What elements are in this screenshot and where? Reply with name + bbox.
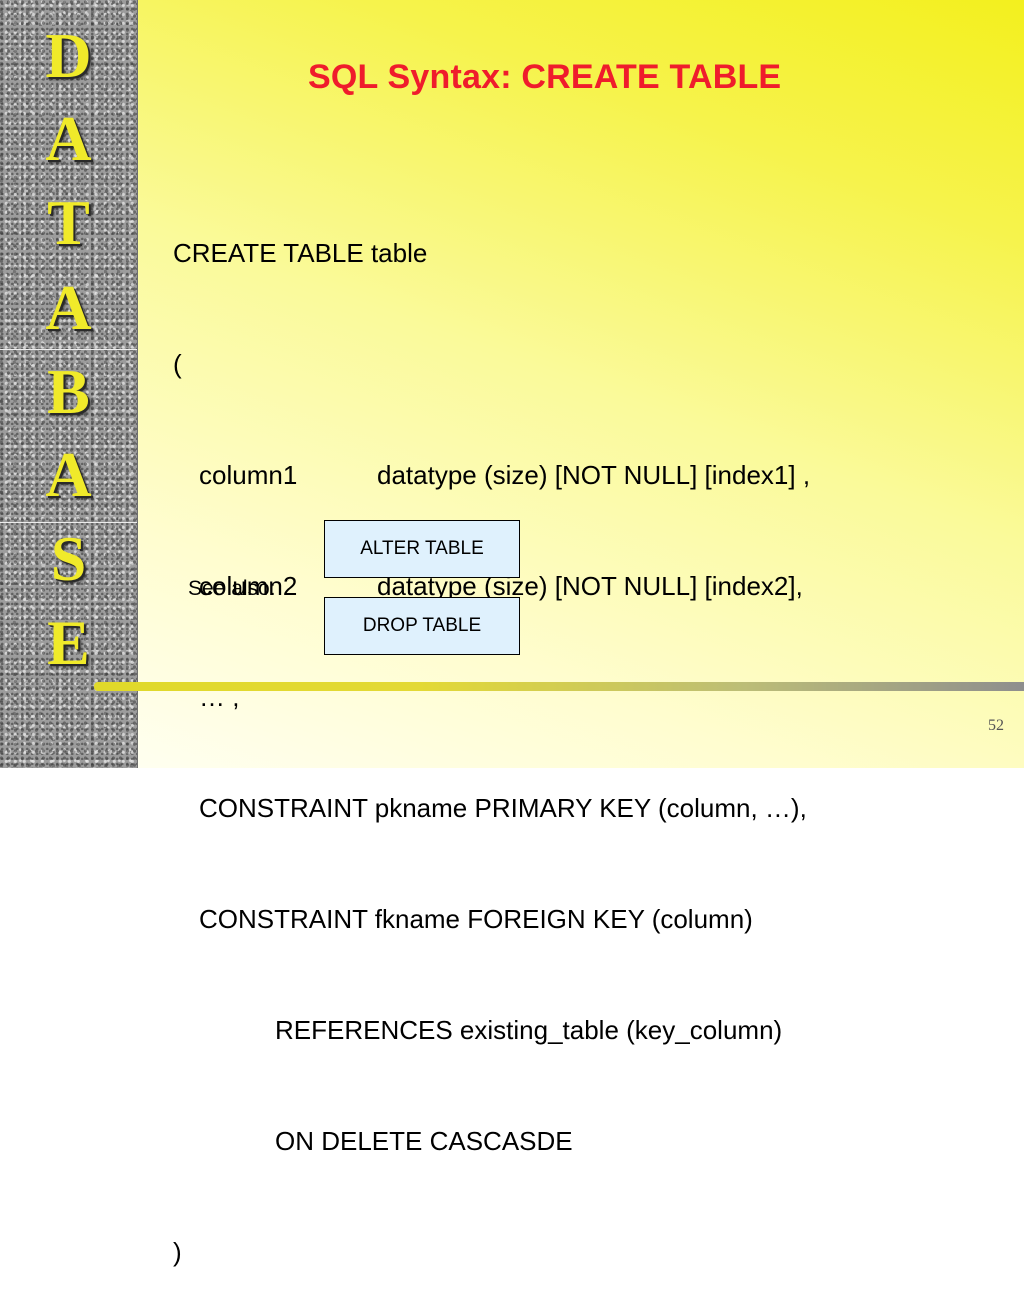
code-line: REFERENCES existing_table (key_column)	[275, 1015, 783, 1045]
sidebar-letter: A	[45, 439, 92, 510]
horizontal-rule	[94, 682, 1024, 691]
slide-title: SQL Syntax: CREATE TABLE	[308, 58, 782, 96]
code-line: CREATE TABLE table	[173, 238, 428, 268]
sidebar-letter: A	[45, 103, 92, 174]
sidebar-letter: T	[47, 187, 90, 258]
code-line: (	[173, 349, 182, 379]
column-name: column1	[199, 460, 298, 490]
sidebar-letter: D	[45, 20, 92, 91]
sidebar-letter: E	[47, 607, 90, 678]
granite-sidebar: D A T A B A S E	[0, 0, 138, 768]
drop-table-label: DROP TABLE	[362, 615, 482, 636]
code-line: CONSTRAINT pkname PRIMARY KEY (column, ……	[199, 793, 807, 823]
code-line: CONSTRAINT fkname FOREIGN KEY (column)	[199, 904, 753, 934]
code-line: ON DELETE CASCASDE	[275, 1126, 573, 1156]
sidebar-letter: S	[50, 523, 87, 594]
sidebar-letter: A	[45, 272, 92, 343]
page-number: 52	[988, 717, 1004, 734]
code-line: )	[173, 1237, 182, 1267]
code-line-column1: column1 datatype (size) [NOT NULL] [index…	[173, 457, 810, 494]
alter-table-label: ALTER TABLE	[360, 538, 484, 559]
alter-table-link-button[interactable]: ALTER TABLE	[324, 520, 520, 578]
see-also-label: See also:	[188, 577, 276, 600]
column-definition: datatype (size) [NOT NULL] [index1] ,	[377, 460, 811, 490]
sql-syntax-block: CREATE TABLE table ( column1 datatype (si…	[173, 161, 810, 1308]
sidebar-letter: B	[47, 356, 90, 427]
drop-table-link-button[interactable]: DROP TABLE	[324, 597, 520, 655]
